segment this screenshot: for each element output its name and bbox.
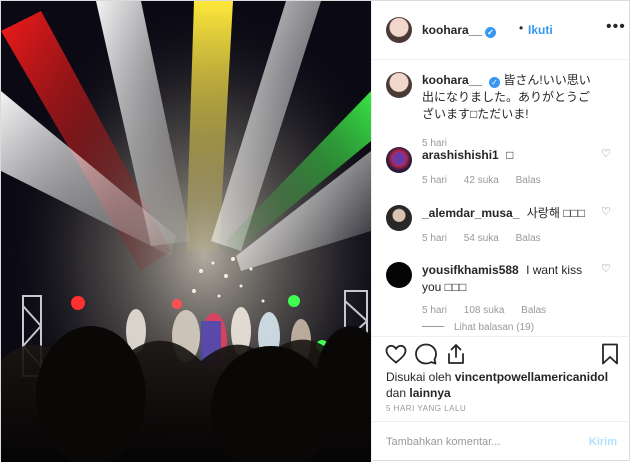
comment-body: 사랑해 □□□ [526, 206, 585, 220]
likes-user-link[interactable]: vincentpowellamericanidol [455, 370, 608, 384]
comment-username[interactable]: _alemdar_musa_ [422, 206, 519, 220]
header-username[interactable]: koohara__ ✓ [422, 23, 497, 38]
view-replies-divider [422, 326, 444, 327]
likes-middle: dan [386, 386, 407, 400]
comment-username[interactable]: yousifkhamis588 [422, 263, 519, 277]
comment-icon[interactable] [414, 342, 438, 366]
comment-text: _alemdar_musa_ 사랑해 □□□ [422, 205, 597, 222]
instagram-post-modal: koohara__ ✓ • Ikuti ••• koohara__ ✓ 皆さん!いい… [0, 0, 630, 462]
action-bar [372, 336, 630, 371]
comment-meta: 5 hari 42 suka Balas [422, 175, 555, 186]
reply-button[interactable]: Balas [516, 175, 541, 186]
share-icon[interactable] [444, 342, 468, 366]
avatar[interactable] [386, 17, 412, 43]
comment-time[interactable]: 5 hari [422, 175, 447, 186]
like-comment-heart-icon[interactable]: ♡ [601, 262, 613, 275]
comment-likes[interactable]: 42 suka [464, 175, 499, 186]
caption-text: koohara__ ✓ 皆さん!いい思い出になりました。ありがとうございます□ただ… [422, 72, 597, 123]
send-button[interactable]: Kirim [589, 436, 617, 448]
reply-button[interactable]: Balas [521, 305, 546, 316]
view-replies-label[interactable]: Lihat balasan (19) [454, 322, 534, 333]
comments-list[interactable]: koohara__ ✓ 皆さん!いい思い出になりました。ありがとうございます□ただ… [372, 60, 630, 336]
more-horizontal-icon[interactable]: ••• [606, 18, 626, 36]
comment-text: arashishishi1 □ [422, 147, 597, 164]
post-image[interactable] [1, 1, 371, 462]
comment-time[interactable]: 5 hari [422, 305, 447, 316]
likes-prefix: Disukai oleh [386, 370, 452, 384]
bookmark-icon[interactable] [598, 342, 622, 366]
like-comment-heart-icon[interactable]: ♡ [601, 147, 613, 160]
concert-photo [1, 1, 371, 462]
post-side-panel: koohara__ ✓ • Ikuti ••• koohara__ ✓ 皆さん!いい… [371, 1, 630, 462]
avatar[interactable] [386, 262, 412, 288]
like-comment-heart-icon[interactable]: ♡ [601, 205, 613, 218]
comment-likes[interactable]: 54 suka [464, 233, 499, 244]
header-username-text[interactable]: koohara__ [422, 23, 482, 37]
likes-others-link[interactable]: lainnya [409, 386, 450, 400]
comment-input[interactable]: Tambahkan komentar... [386, 436, 500, 448]
likes-summary: Disukai oleh vincentpowellamericanidol d… [386, 369, 621, 401]
add-comment-bar: Tambahkan komentar... Kirim [372, 421, 630, 462]
follow-button[interactable]: Ikuti [528, 23, 553, 37]
comment-meta: 5 hari 54 suka Balas [422, 233, 555, 244]
avatar[interactable] [386, 147, 412, 173]
post-date[interactable]: 5 HARI YANG LALU [386, 404, 466, 413]
comment-meta: 5 hari 108 suka Balas [422, 305, 560, 316]
heart-icon[interactable] [384, 342, 408, 366]
caption-username[interactable]: koohara__ [422, 73, 482, 87]
separator-dot: • [519, 21, 524, 35]
comment-username[interactable]: arashishishi1 [422, 148, 499, 162]
comment-text: yousifkhamis588 I want kiss you □□□ [422, 262, 597, 296]
post-header: koohara__ ✓ • Ikuti ••• [372, 1, 630, 60]
verified-icon: ✓ [489, 77, 501, 88]
reply-button[interactable]: Balas [516, 233, 541, 244]
view-replies-button[interactable]: Lihat balasan (19) [422, 322, 534, 333]
verified-icon: ✓ [485, 27, 497, 38]
avatar[interactable] [386, 205, 412, 231]
comment-likes[interactable]: 108 suka [464, 305, 505, 316]
avatar[interactable] [386, 72, 412, 98]
comment-time[interactable]: 5 hari [422, 233, 447, 244]
comment-body: □ [506, 148, 514, 162]
